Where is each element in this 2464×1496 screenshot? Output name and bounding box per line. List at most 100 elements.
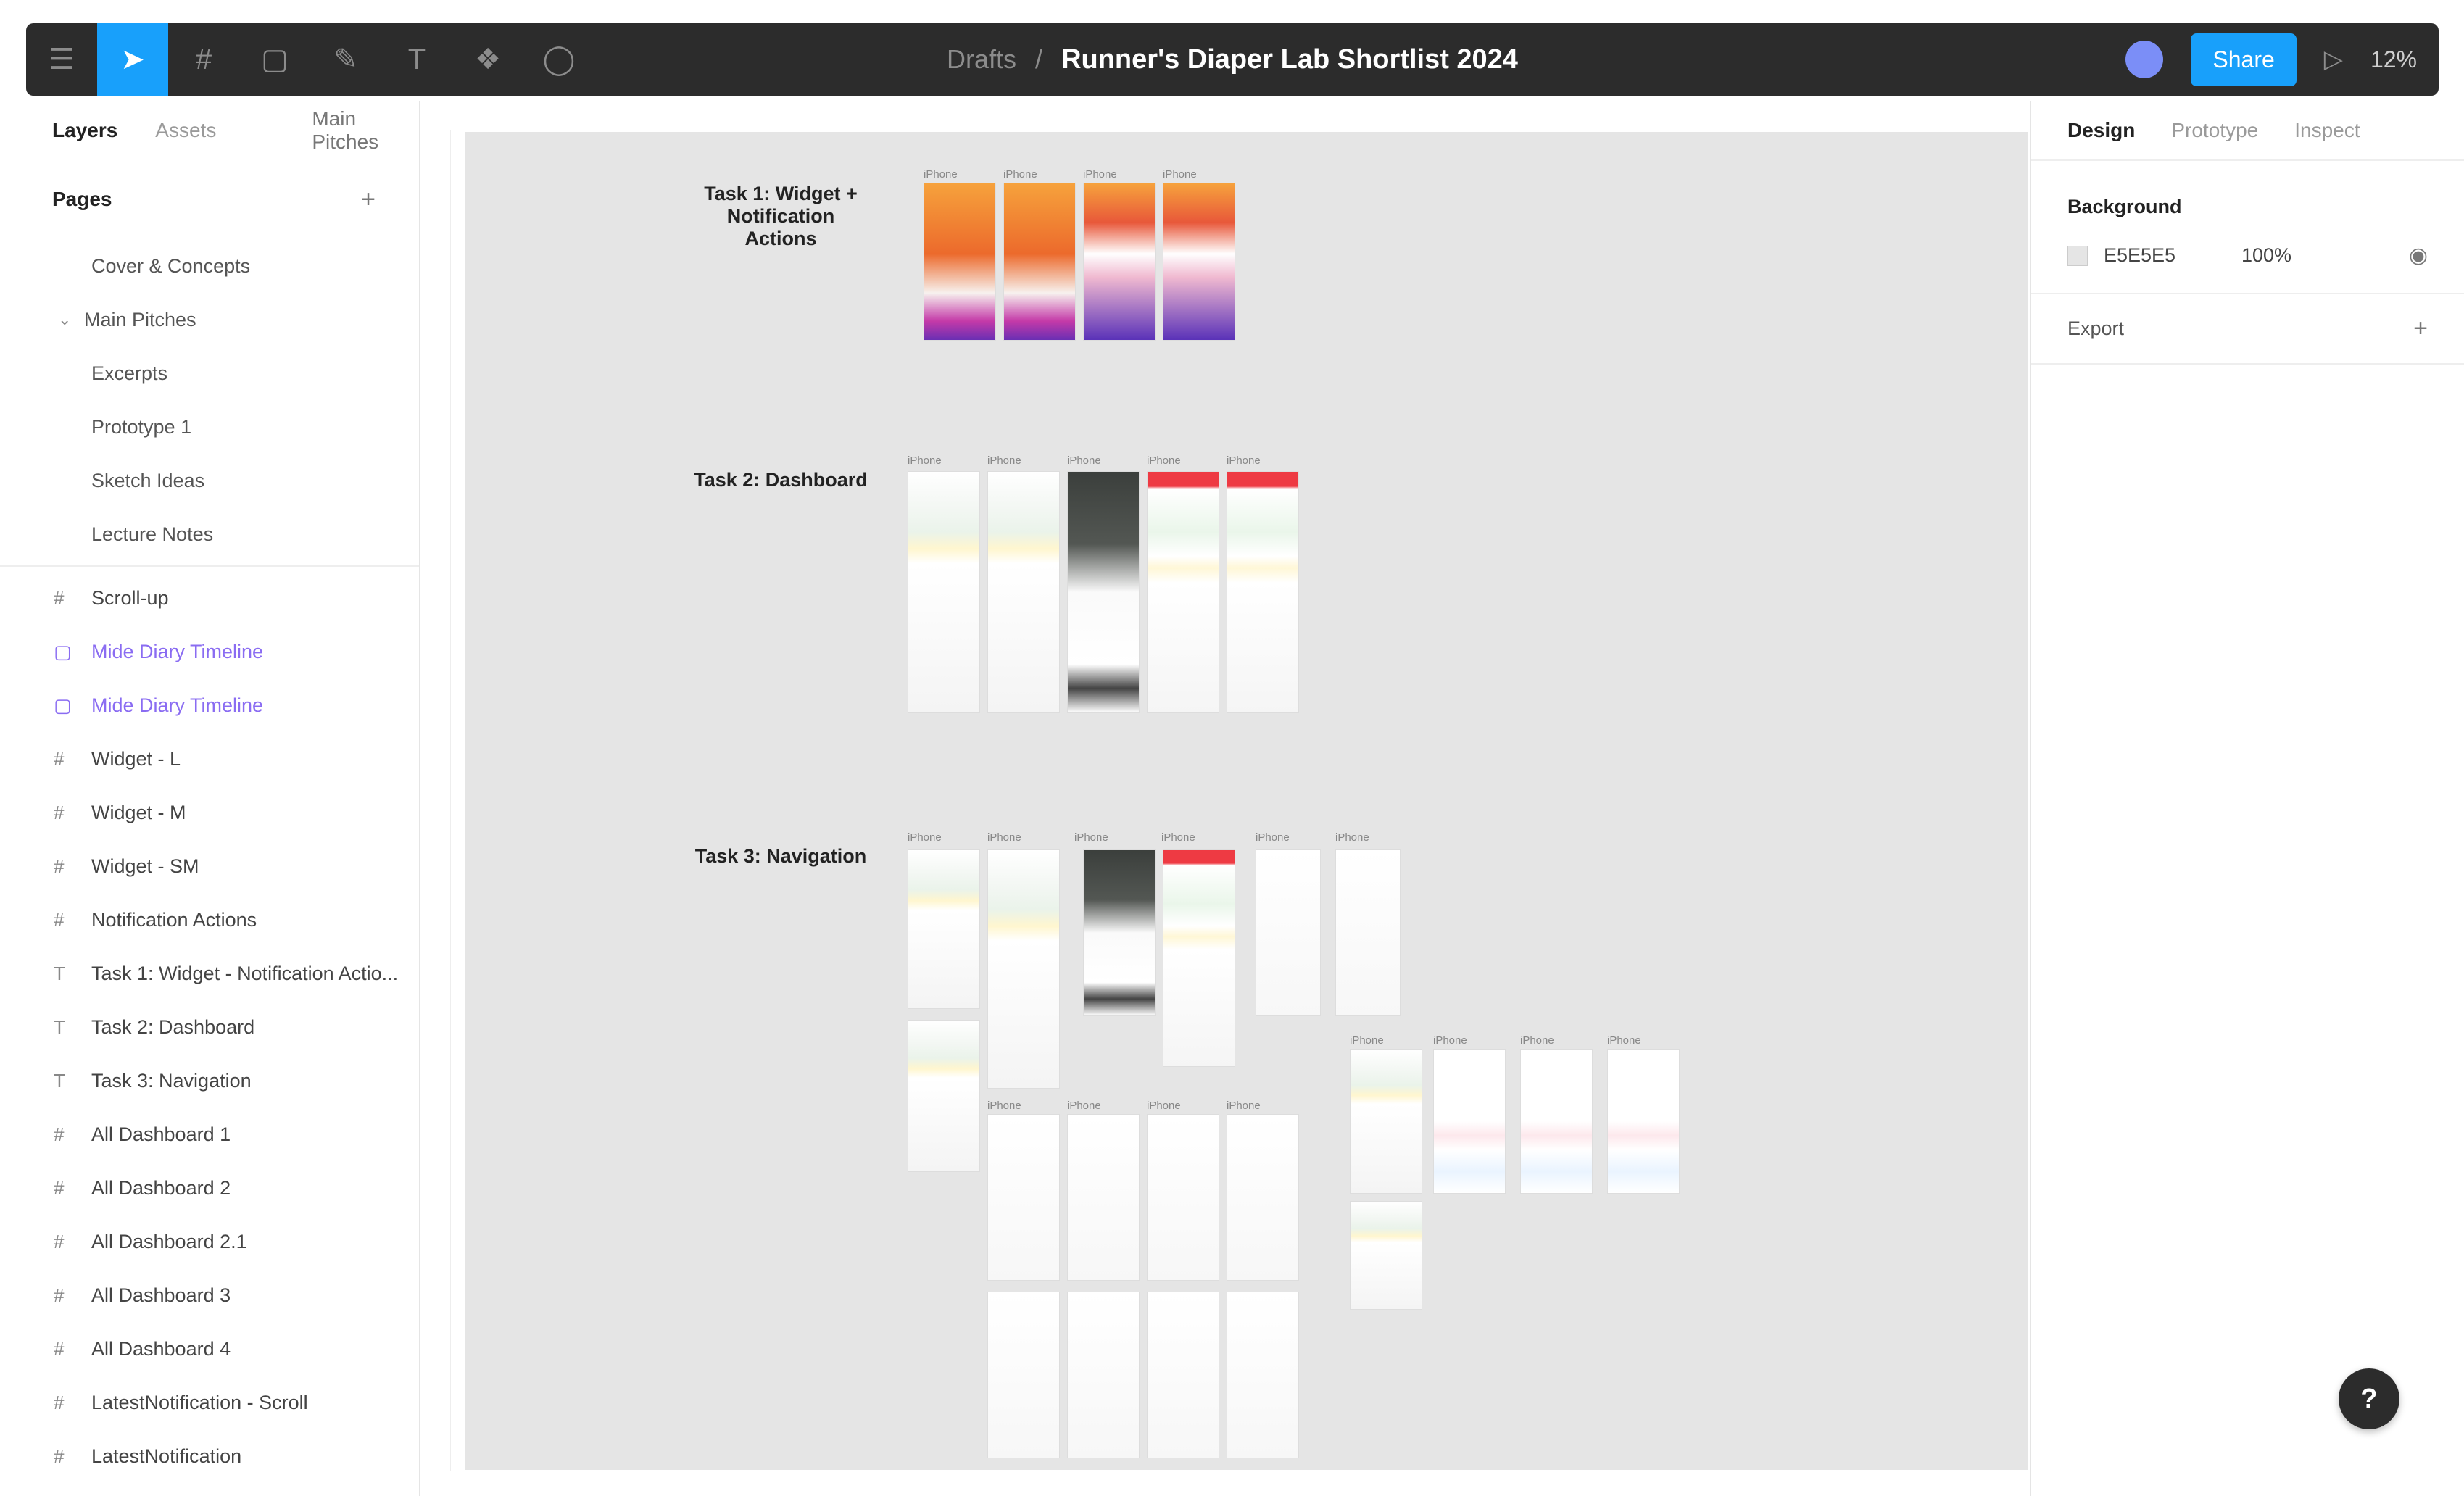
- frame-title[interactable]: iPhone: [1083, 168, 1117, 180]
- page-item[interactable]: Prototype 1: [0, 400, 419, 454]
- phone-frame[interactable]: [1350, 1049, 1422, 1194]
- tab-prototype[interactable]: Prototype: [2171, 119, 2258, 142]
- frame-title[interactable]: iPhone: [1067, 1100, 1101, 1112]
- phone-frame[interactable]: [987, 1114, 1060, 1281]
- layer-item[interactable]: T Task 3: Navigation: [0, 1054, 419, 1108]
- layer-item[interactable]: T Task 1: Widget - Notification Actio...: [0, 947, 419, 1000]
- layer-item[interactable]: # LatestNotification - Scroll: [0, 1376, 419, 1429]
- page-item[interactable]: Excerpts: [0, 346, 419, 400]
- frame-title[interactable]: iPhone: [1433, 1034, 1467, 1047]
- page-item[interactable]: ⌄ Main Pitches: [0, 293, 419, 346]
- phone-frame[interactable]: [1067, 1292, 1140, 1458]
- frame-title[interactable]: iPhone: [1147, 1100, 1181, 1112]
- phone-frame[interactable]: [1067, 1114, 1140, 1281]
- frame-title[interactable]: iPhone: [1256, 831, 1290, 844]
- frame-title[interactable]: iPhone: [987, 454, 1021, 467]
- phone-frame[interactable]: [1067, 471, 1140, 713]
- layer-item[interactable]: # Widget - L: [0, 732, 419, 786]
- present-play-icon[interactable]: ▷: [2324, 45, 2343, 74]
- frame-title[interactable]: iPhone: [1227, 1100, 1261, 1112]
- comment-tool-icon[interactable]: ◯: [523, 23, 594, 96]
- phone-frame[interactable]: [1256, 849, 1321, 1016]
- phone-frame[interactable]: [1227, 1292, 1299, 1458]
- design-canvas[interactable]: Task 1: Widget + Notification Actions iP…: [465, 132, 2028, 1470]
- frame-title[interactable]: iPhone: [908, 454, 942, 467]
- frame-title[interactable]: iPhone: [1350, 1034, 1384, 1047]
- frame-title[interactable]: iPhone: [1520, 1034, 1554, 1047]
- help-button[interactable]: ?: [2339, 1368, 2399, 1429]
- phone-frame[interactable]: [1433, 1049, 1506, 1194]
- phone-frame[interactable]: [1335, 849, 1401, 1016]
- pen-tool-icon[interactable]: ✎: [310, 23, 381, 96]
- phone-frame[interactable]: [1227, 471, 1299, 713]
- layer-item[interactable]: # LatestNotification: [0, 1429, 419, 1483]
- section-label-task-1[interactable]: Task 1: Widget + Notification Actions: [690, 183, 871, 250]
- text-tool-icon[interactable]: T: [381, 23, 452, 96]
- layer-item[interactable]: T Task 2: Dashboard: [0, 1000, 419, 1054]
- move-tool-icon[interactable]: ➤: [97, 23, 168, 96]
- current-page-dropdown[interactable]: Main Pitches: [312, 107, 419, 154]
- add-export-icon[interactable]: +: [2413, 315, 2428, 343]
- layer-item[interactable]: ▢ Mide Diary Timeline: [0, 678, 419, 732]
- phone-frame[interactable]: [1227, 1114, 1299, 1281]
- background-opacity-input[interactable]: 100%: [2241, 244, 2409, 267]
- tab-design[interactable]: Design: [2067, 119, 2135, 142]
- tab-inspect[interactable]: Inspect: [2294, 119, 2360, 142]
- phone-frame[interactable]: [908, 1020, 980, 1172]
- phone-frame[interactable]: [1083, 183, 1156, 341]
- frame-title[interactable]: iPhone: [908, 831, 942, 844]
- frame-title[interactable]: iPhone: [924, 168, 958, 180]
- layer-item[interactable]: # All Dashboard 2.1: [0, 1215, 419, 1268]
- phone-frame[interactable]: [987, 849, 1060, 1089]
- frame-title[interactable]: iPhone: [1335, 831, 1369, 844]
- phone-frame[interactable]: [1083, 849, 1156, 1016]
- phone-frame[interactable]: [908, 471, 980, 713]
- tab-layers[interactable]: Layers: [52, 119, 117, 142]
- background-color-swatch[interactable]: [2067, 245, 2088, 266]
- phone-frame[interactable]: [1147, 1292, 1219, 1458]
- zoom-level[interactable]: 12%: [2370, 46, 2417, 73]
- layer-item[interactable]: # Widget - SM: [0, 839, 419, 893]
- frame-title[interactable]: iPhone: [1067, 454, 1101, 467]
- frame-title[interactable]: iPhone: [1607, 1034, 1641, 1047]
- add-page-icon[interactable]: +: [361, 186, 376, 214]
- phone-frame[interactable]: [1520, 1049, 1593, 1194]
- section-label-task-2[interactable]: Task 2: Dashboard: [690, 469, 871, 491]
- frame-title[interactable]: iPhone: [987, 1100, 1021, 1112]
- phone-frame[interactable]: [1607, 1049, 1680, 1194]
- phone-frame[interactable]: [1003, 183, 1076, 341]
- frame-title[interactable]: iPhone: [987, 831, 1021, 844]
- tab-assets[interactable]: Assets: [155, 119, 216, 142]
- phone-frame[interactable]: [924, 183, 996, 341]
- frame-title[interactable]: iPhone: [1227, 454, 1261, 467]
- phone-frame[interactable]: [987, 1292, 1060, 1458]
- components-icon[interactable]: ❖: [452, 23, 523, 96]
- page-item[interactable]: Lecture Notes: [0, 507, 419, 561]
- section-label-task-3[interactable]: Task 3: Navigation: [690, 845, 871, 868]
- layer-item[interactable]: # All Dashboard 3: [0, 1268, 419, 1322]
- frame-title[interactable]: iPhone: [1147, 454, 1181, 467]
- layer-item[interactable]: # Notification Actions: [0, 893, 419, 947]
- eye-icon[interactable]: ◉: [2409, 243, 2428, 268]
- shape-tool-icon[interactable]: ▢: [239, 23, 310, 96]
- main-menu-icon[interactable]: ☰: [26, 23, 97, 96]
- phone-frame[interactable]: [908, 849, 980, 1009]
- phone-frame[interactable]: [1163, 849, 1235, 1067]
- layer-item[interactable]: # All Dashboard 1: [0, 1108, 419, 1161]
- phone-frame[interactable]: [1147, 471, 1219, 713]
- frame-title[interactable]: iPhone: [1074, 831, 1108, 844]
- file-name[interactable]: Runner's Diaper Lab Shortlist 2024: [1061, 44, 1518, 75]
- phone-frame[interactable]: [1147, 1114, 1219, 1281]
- page-item[interactable]: Cover & Concepts: [0, 239, 419, 293]
- frame-title[interactable]: iPhone: [1163, 168, 1197, 180]
- frame-title[interactable]: iPhone: [1161, 831, 1195, 844]
- layer-item[interactable]: ▢ Mide Diary Timeline: [0, 625, 419, 678]
- layer-item[interactable]: # All Dashboard 4: [0, 1322, 419, 1376]
- avatar[interactable]: [2125, 41, 2164, 78]
- frame-tool-icon[interactable]: #: [168, 23, 239, 96]
- phone-frame[interactable]: [1350, 1201, 1422, 1310]
- background-hex-input[interactable]: E5E5E5: [2104, 244, 2241, 267]
- layer-item[interactable]: # All Dashboard 2: [0, 1161, 419, 1215]
- page-item[interactable]: Sketch Ideas: [0, 454, 419, 507]
- share-button[interactable]: Share: [2191, 33, 2297, 86]
